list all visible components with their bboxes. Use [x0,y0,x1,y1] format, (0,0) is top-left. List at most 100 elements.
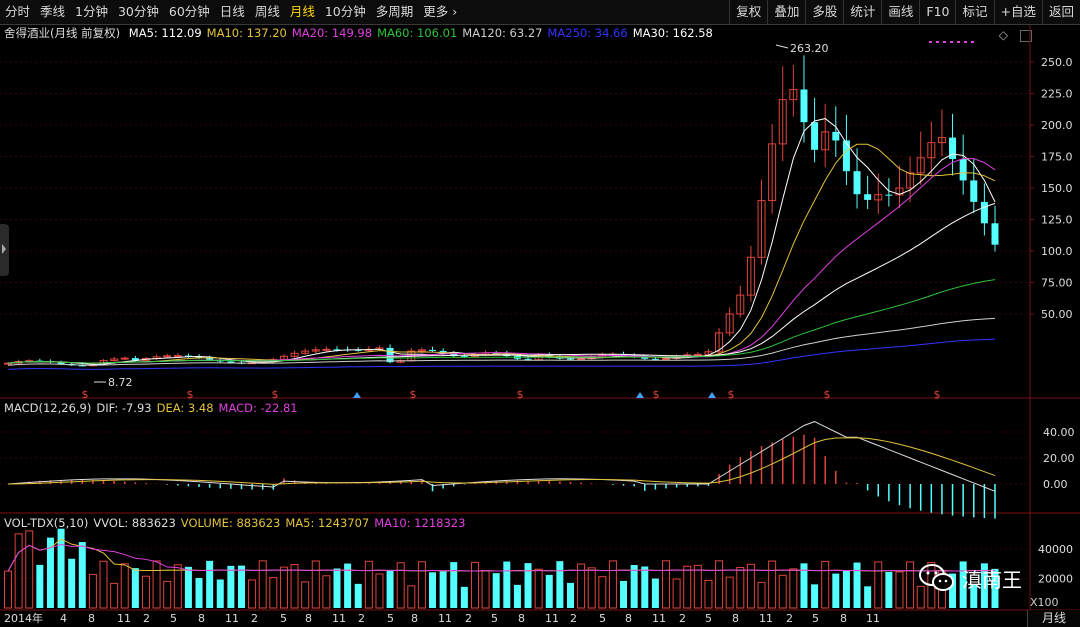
time-tick-label: 2 [786,612,793,625]
time-tick-label: 5 [705,612,712,625]
candle-down [832,131,840,141]
volume-bar-up [906,561,915,609]
volume-bar-up [895,571,904,609]
candle-down [429,349,437,351]
watermark: 滇南王 [918,563,1022,593]
volume-bar-up [375,573,384,609]
volume-bar-up [778,574,787,609]
volume-bar-up [25,530,34,609]
macd-tick-label: 0.00 [1043,478,1068,491]
expand-sidebar-handle[interactable] [0,224,9,276]
event-marker-dollar: $ [728,388,735,401]
time-tick-label: 2 [570,612,577,625]
volume-bar-down [885,571,893,608]
ma20-line [7,158,996,364]
low-annotation: 8.72 [108,376,133,389]
time-tick-label: 11 [117,612,131,625]
time-tick-label: 8 [411,612,418,625]
volume-bar-down [566,582,574,608]
volume-bar-up [396,562,405,609]
time-tick-label: 5 [280,612,287,625]
volume-bar-up [163,580,172,609]
dea-line [7,437,996,485]
high-annotation: 263.20 [790,42,829,55]
time-tick-label: 11 [332,612,346,625]
time-tick-label: 4 [60,612,67,625]
volume-bar-up [672,578,681,609]
time-tick-label: 11 [545,612,559,625]
volume-bar-down [864,586,872,608]
volume-bar-down [439,571,447,608]
period-button[interactable]: 月线 [1027,610,1080,627]
macd-tick-label: 20.00 [1043,452,1075,465]
ma30-line [7,202,996,364]
price-tick-label: 250.0 [1041,56,1073,69]
candle-down [991,223,999,245]
time-tick-label: 11 [438,612,452,625]
volume-bar-up [311,560,320,609]
volume-bar-up [683,565,692,609]
volume-bar-down [386,569,394,608]
volume-bar-down [429,572,437,608]
time-tick-label: 2 [143,612,150,625]
volume-bar-down [842,570,850,608]
volume-bar-up [279,566,288,609]
volume-bar-down [460,586,468,608]
time-tick-label: 8 [198,612,205,625]
volume-bar-up [301,581,310,609]
stock-chart[interactable]: 250.0 225.0 200.0 175.0 150.0 125.0 100.0 75.00… [0,0,1080,627]
volume-bar-down [503,561,511,608]
time-tick-label: 5 [491,612,498,625]
event-marker-dollar: $ [82,388,89,401]
candle-down [566,358,574,360]
event-marker-triangle [708,392,716,398]
volume-bar-down [237,565,245,608]
wechat-icon [919,564,954,591]
event-marker-triangle [353,392,361,398]
volume-bar-up [269,577,278,609]
volume-bar-up [874,561,883,609]
macd-tick-label: 40.00 [1043,426,1075,439]
volume-bar-up [322,575,331,609]
indicator-dot [943,41,946,43]
candle-down [853,171,861,195]
volume-bar-down [78,542,86,608]
price-tick-label: 75.00 [1041,277,1073,290]
candle-down [970,180,978,202]
volume-bar-down [630,565,638,608]
price-tick-label: 225.0 [1041,88,1073,101]
volume-bar-down [195,578,203,608]
volume-bar-up [173,564,182,609]
time-tick-label: 8 [305,612,312,625]
price-tick-label: 125.0 [1041,214,1073,227]
price-tick-label: 100.0 [1041,245,1073,258]
volume-bar-up [704,579,713,609]
volume-bar-up [248,579,257,609]
volume-bar-up [14,533,23,609]
candle-down [842,140,850,172]
candle-down [864,194,872,200]
volume-bar-down [227,565,235,608]
candle-down [959,159,967,181]
time-tick-label: 5 [387,612,394,625]
time-tick-label: 5 [812,612,819,625]
volume-bar-up [481,570,490,609]
time-tick-label: 8 [625,612,632,625]
candle-up [662,357,670,360]
volume-bar-up [662,560,670,609]
time-tick-label: 5 [170,612,177,625]
volume-bar-up [407,585,416,609]
volume-bar-down [556,561,564,608]
volume-bar-down [131,568,139,608]
volume-bar-down [184,566,192,608]
volume-bar-up [120,563,129,609]
indicator-dot [957,41,960,43]
price-tick-label: 50.00 [1041,308,1073,321]
time-tick-label: 2 [358,612,365,625]
volume-bar-down [513,584,521,608]
volume-bar-down [641,566,649,608]
volume-bar-up [4,570,12,609]
time-tick-label: 8 [88,612,95,625]
candle-up [173,355,182,358]
volume-bar-up [693,564,702,609]
